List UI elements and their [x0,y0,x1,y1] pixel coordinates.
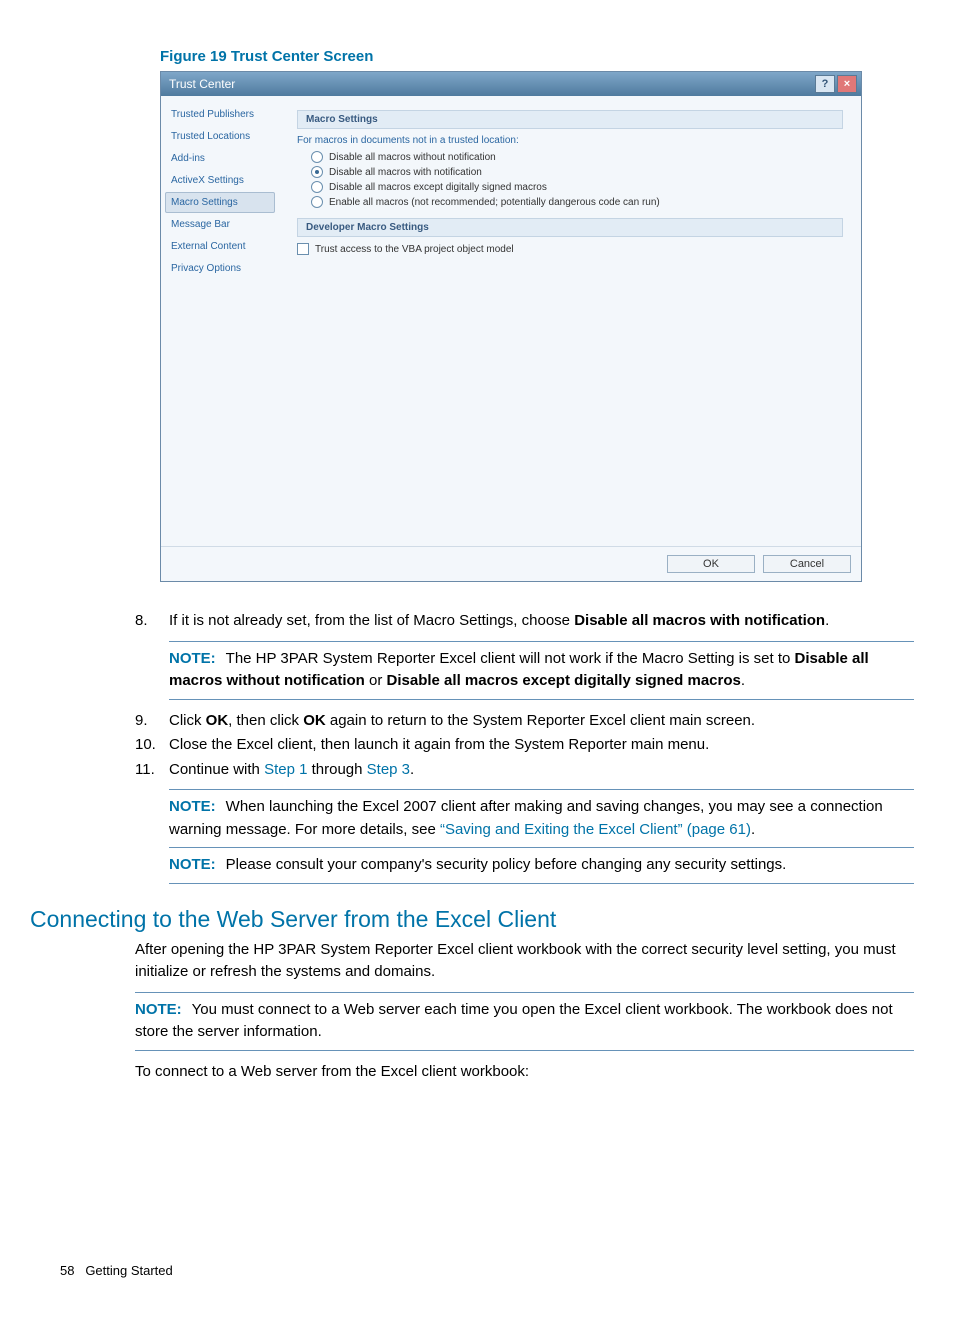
radio-icon [311,151,323,163]
step-number: 10. [135,734,169,757]
note-label: NOTE: [169,856,216,873]
sidebar-macro-settings[interactable]: Macro Settings [165,192,275,213]
radio-icon [311,181,323,193]
ok-button[interactable]: OK [667,555,755,573]
dev-macro-heading: Developer Macro Settings [297,218,843,237]
macro-group-label: For macros in documents not in a trusted… [297,135,843,146]
step-10: 10. Close the Excel client, then launch … [135,734,914,757]
step-9: 9. Click OK, then click OK again to retu… [135,710,914,733]
sidebar-add-ins[interactable]: Add-ins [165,148,275,169]
sidebar-privacy-options[interactable]: Privacy Options [165,258,275,279]
note-label: NOTE: [135,1001,182,1018]
link-step3[interactable]: Step 3 [367,761,410,778]
help-icon[interactable]: ? [815,75,835,93]
step-text: Close the Excel client, then launch it a… [169,734,914,757]
step-number: 8. [135,610,169,633]
note-bold: Disable all macros except digitally sign… [387,672,741,689]
trust-center-dialog: Trust Center ? × Trusted Publishers Trus… [160,71,862,582]
note-text: . [741,672,745,689]
section-heading: Connecting to the Web Server from the Ex… [30,906,924,933]
link-step1[interactable]: Step 1 [264,761,307,778]
step-number: 9. [135,710,169,733]
note-text: The HP 3PAR System Reporter Excel client… [226,650,795,667]
opt-label: Disable all macros without notification [329,152,496,163]
step-text: . [410,761,414,778]
close-icon[interactable]: × [837,75,857,93]
dialog-sidebar: Trusted Publishers Trusted Locations Add… [161,96,279,546]
dialog-footer: OK Cancel [161,546,861,581]
note-text: You must connect to a Web server each ti… [135,1001,893,1041]
macro-settings-heading: Macro Settings [297,110,843,129]
opt-enable-all[interactable]: Enable all macros (not recommended; pote… [297,196,843,208]
paragraph: To connect to a Web server from the Exce… [135,1061,914,1084]
link-saving-exiting[interactable]: “Saving and Exiting the Excel Client” (p… [440,821,751,838]
figure-caption: Figure 19 Trust Center Screen [160,48,924,65]
dialog-title: Trust Center [169,77,235,91]
step-11: 11. Continue with Step 1 through Step 3. [135,759,914,782]
cancel-button[interactable]: Cancel [763,555,851,573]
note-launch-warning: NOTE:When launching the Excel 2007 clien… [169,789,914,848]
paragraph: After opening the HP 3PAR System Reporte… [135,939,914,984]
sidebar-external-content[interactable]: External Content [165,236,275,257]
opt-trust-vba[interactable]: Trust access to the VBA project object m… [297,243,843,255]
step-text: Click [169,712,206,729]
note-text: Please consult your company's security p… [226,856,787,873]
step-text: , then click [228,712,303,729]
dialog-content: Macro Settings For macros in documents n… [279,96,861,546]
note-label: NOTE: [169,798,216,815]
opt-label: Trust access to the VBA project object m… [315,244,514,255]
sidebar-activex-settings[interactable]: ActiveX Settings [165,170,275,191]
note-macro-setting: NOTE: The HP 3PAR System Reporter Excel c… [169,641,914,700]
step-text: through [307,761,366,778]
opt-label: Disable all macros with notification [329,167,482,178]
radio-icon [311,196,323,208]
step-8: 8. If it is not already set, from the li… [135,610,914,633]
note-label: NOTE: [169,650,216,667]
opt-disable-no-notif[interactable]: Disable all macros without notification [297,151,843,163]
radio-icon [311,166,323,178]
opt-disable-except-signed[interactable]: Disable all macros except digitally sign… [297,181,843,193]
note-text: . [751,821,755,838]
step-bold: OK [303,712,326,729]
step-text: Continue with [169,761,264,778]
step-text: again to return to the System Reporter E… [326,712,755,729]
opt-disable-with-notif[interactable]: Disable all macros with notification [297,166,843,178]
step-bold: OK [206,712,229,729]
step-bold: Disable all macros with notification [574,612,825,629]
note-text: or [365,672,387,689]
dialog-titlebar: Trust Center ? × [161,72,861,96]
sidebar-message-bar[interactable]: Message Bar [165,214,275,235]
note-security-policy: NOTE: Please consult your company's secur… [169,848,914,884]
sidebar-trusted-publishers[interactable]: Trusted Publishers [165,104,275,125]
opt-label: Disable all macros except digitally sign… [329,182,547,193]
checkbox-icon [297,243,309,255]
step-text: . [825,612,829,629]
step-text: If it is not already set, from the list … [169,612,574,629]
note-connect-server: NOTE:You must connect to a Web server ea… [135,992,914,1051]
step-number: 11. [135,759,169,782]
sidebar-trusted-locations[interactable]: Trusted Locations [165,126,275,147]
opt-label: Enable all macros (not recommended; pote… [329,197,660,208]
